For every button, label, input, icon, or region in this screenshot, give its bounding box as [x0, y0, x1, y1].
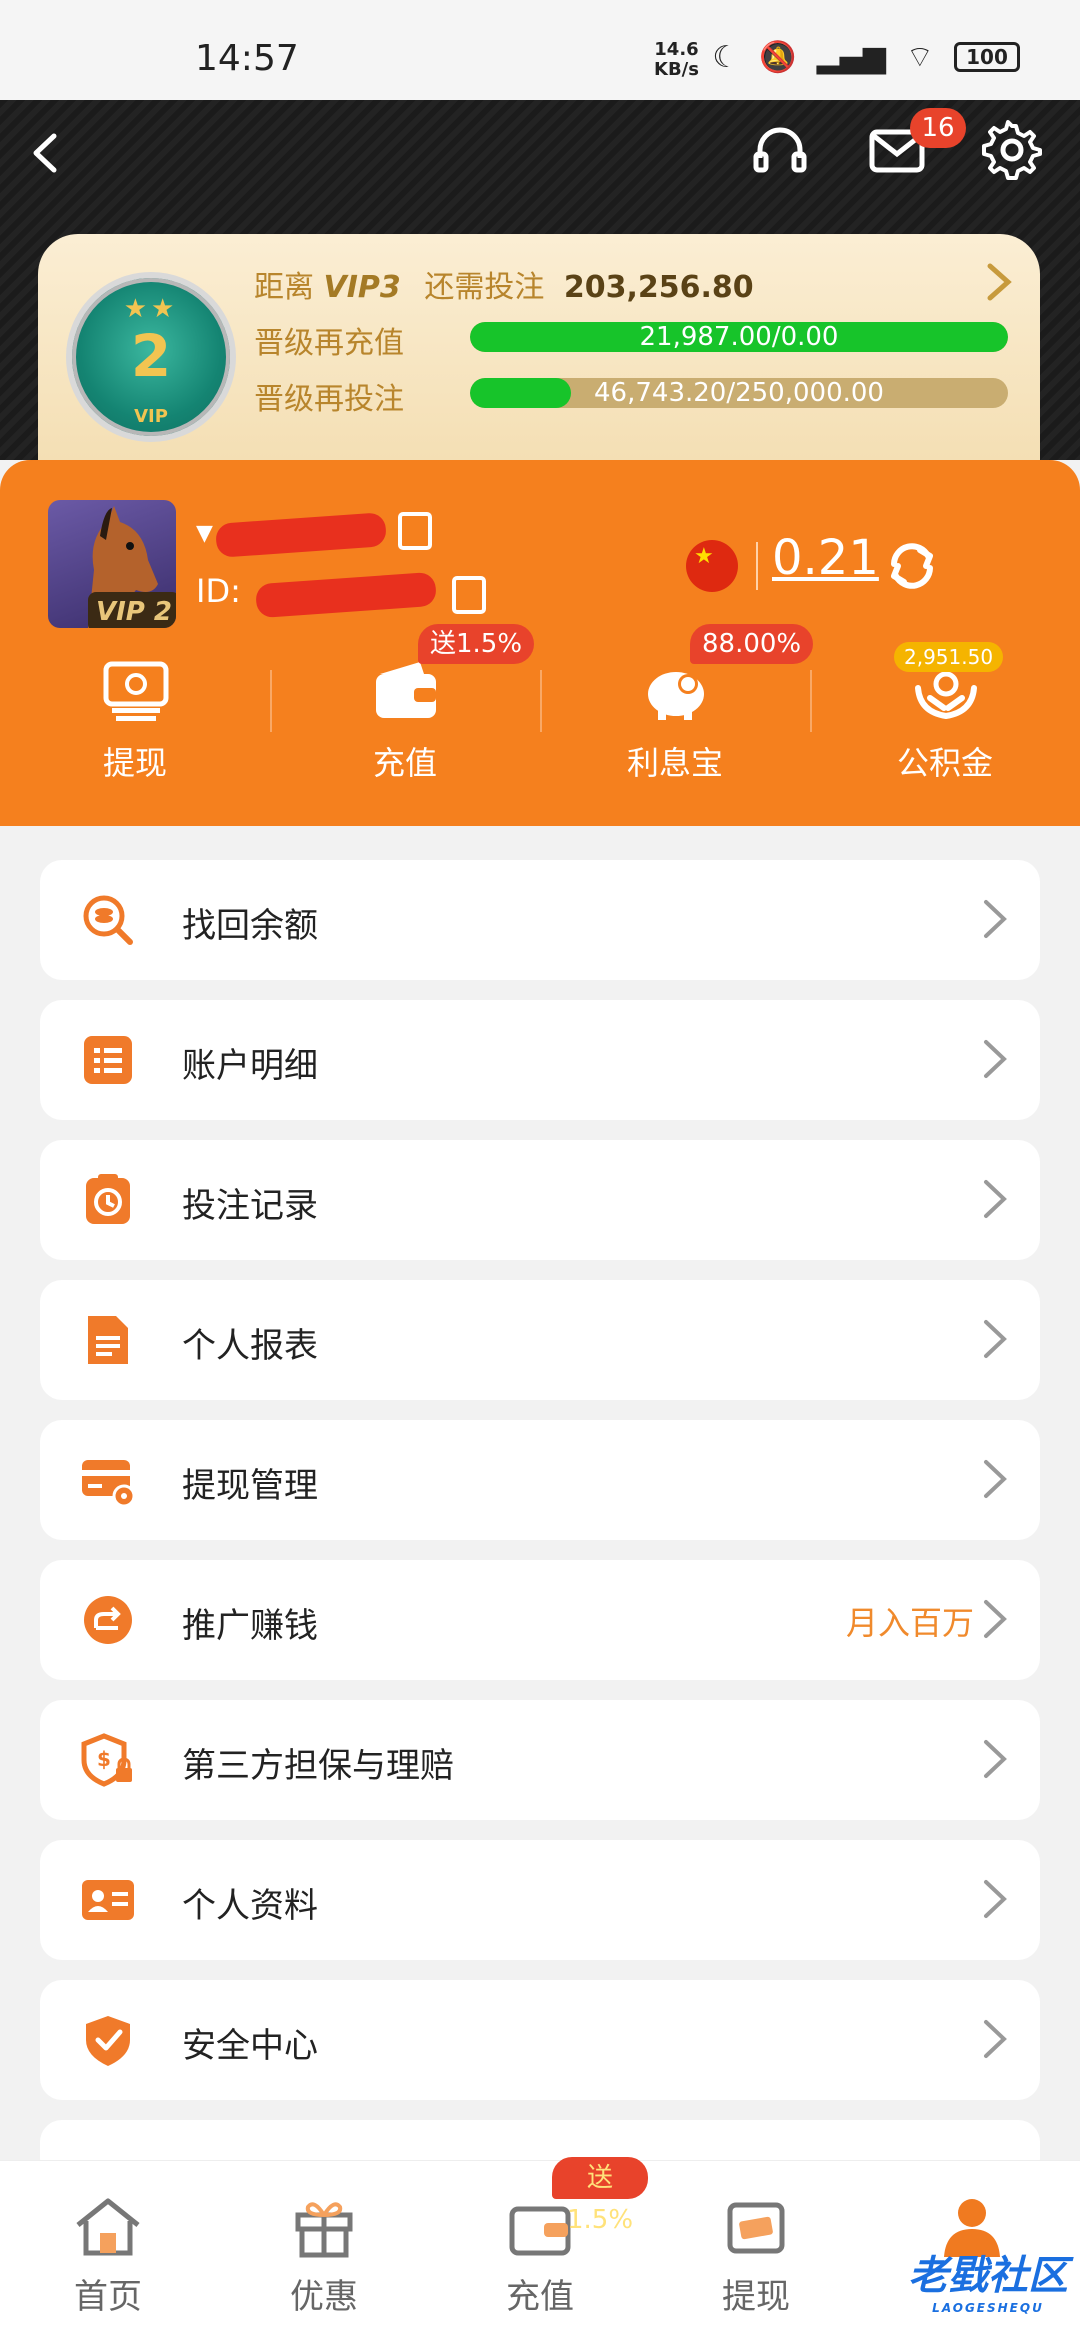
- shield-lock-icon: $: [81, 1733, 132, 1787]
- menu-bet-records[interactable]: 投注记录: [40, 1140, 1040, 1260]
- chevron-right-icon: [984, 1600, 1007, 1638]
- battery-icon: 100: [954, 42, 1020, 72]
- menu-withdraw-management[interactable]: 提现管理: [40, 1420, 1040, 1540]
- network-speed: 14.6 KB/s: [654, 39, 699, 80]
- quick-withdraw[interactable]: 提现: [0, 642, 270, 792]
- stars-icon: ★★: [123, 294, 179, 324]
- menu-third-party-guarantee[interactable]: $ 第三方担保与理赔: [40, 1700, 1040, 1820]
- quick-interest[interactable]: 利息宝: [540, 642, 810, 792]
- vip-medal: ★★ 2 VIP: [66, 272, 236, 442]
- nav-home[interactable]: 首页: [0, 2161, 216, 2340]
- quick-recharge[interactable]: 充值: [270, 642, 540, 792]
- chevron-right-icon: [984, 1040, 1007, 1078]
- copy-id-icon[interactable]: [452, 576, 486, 614]
- back-button[interactable]: [20, 128, 70, 178]
- recharge-bonus-badge: 送1.5%: [552, 2157, 648, 2235]
- user-id: ID:: [196, 572, 241, 610]
- gear-icon: [982, 120, 1042, 180]
- wallet-icon: [509, 2206, 571, 2256]
- recharge-progress-label: 晋级再充值: [254, 326, 404, 361]
- watermark-logo: 老戥社区 LAOGESHEQU: [908, 2253, 1068, 2315]
- status-icons: ☾ 🔕 ▂▄▆ ⌔ 100: [712, 38, 1020, 76]
- id-card-icon: [82, 1880, 134, 1920]
- clock-clipboard-icon: [86, 1174, 130, 1224]
- home-icon: [76, 2198, 140, 2256]
- avatar[interactable]: VIP 2: [48, 500, 176, 628]
- bottom-nav: 首页 优惠 充值 送1.5% 提现 我的 老戥社区 LAOGES: [0, 2157, 1080, 2340]
- chevron-right-icon: [984, 1460, 1007, 1498]
- bet-progress-bar: 46,743.20/250,000.00: [470, 378, 1008, 408]
- gift-icon: [295, 2202, 353, 2258]
- vip-target-line: 距离 VIP3 还需投注 203,256.80: [254, 270, 754, 305]
- refresh-icon: [891, 543, 933, 589]
- withdraw-icon: [727, 2202, 785, 2254]
- menu-account-details[interactable]: 账户明细: [40, 1000, 1040, 1120]
- balance-amount: 0.21: [772, 530, 879, 586]
- menu-personal-profile[interactable]: 个人资料: [40, 1840, 1040, 1960]
- coin-search-icon: [83, 895, 133, 945]
- provident-fund-badge: 2,951.50: [894, 642, 1004, 672]
- chevron-right-icon: [984, 900, 1007, 938]
- nav-promotions[interactable]: 优惠: [216, 2161, 432, 2340]
- header: 16 ★★ 2 VIP 距离 VIP3 还需投注 203,256.80 晋级再充…: [0, 100, 1080, 460]
- status-time: 14:57: [195, 38, 299, 79]
- mute-icon: 🔕: [759, 39, 797, 75]
- document-icon: [88, 1316, 128, 1364]
- refresh-balance-button[interactable]: [884, 538, 940, 607]
- bet-progress-label: 晋级再投注: [254, 382, 404, 417]
- chevron-right-icon: [984, 1320, 1007, 1358]
- china-flag-icon[interactable]: ★: [686, 540, 738, 592]
- menu-promotion-earn[interactable]: 推广赚钱 月入百万: [40, 1560, 1040, 1680]
- menu-security-center[interactable]: 安全中心: [40, 1980, 1040, 2100]
- headset-button[interactable]: [748, 118, 812, 182]
- share-icon: [84, 1596, 132, 1644]
- chevron-right-icon: [984, 1180, 1007, 1218]
- redacted-username: [215, 512, 387, 558]
- avatar-vip-badge: VIP 2: [88, 592, 176, 628]
- promotion-tagline: 月入百万: [845, 1604, 974, 1642]
- mail-count-badge: 16: [910, 108, 966, 148]
- divider: [756, 542, 758, 590]
- withdraw-cash-icon: [103, 661, 169, 721]
- signal-icon: ▂▄▆: [816, 39, 886, 75]
- menu-personal-report[interactable]: 个人报表: [40, 1280, 1040, 1400]
- copy-username-icon[interactable]: [398, 512, 432, 550]
- menu-recover-balance[interactable]: 找回余额: [40, 860, 1040, 980]
- list-icon: [84, 1036, 132, 1084]
- chevron-left-icon: [33, 133, 57, 173]
- interest-rate-badge: 88.00%: [690, 624, 814, 664]
- moon-icon: ☾: [712, 39, 740, 75]
- shield-check-icon: [86, 2016, 130, 2066]
- settings-button[interactable]: [980, 118, 1044, 182]
- headset-icon: [753, 127, 807, 173]
- recharge-progress-bar: 21,987.00/0.00: [470, 322, 1008, 352]
- wifi-icon: ⌔: [905, 40, 934, 75]
- profile-section: VIP 2 ▼ ID: ★ 0.21 提现 充值 送1.5% 利息宝 88.00…: [0, 460, 1080, 826]
- card-gear-icon: [82, 1460, 136, 1508]
- username: ▼: [196, 521, 213, 546]
- vip-progress-card[interactable]: ★★ 2 VIP 距离 VIP3 还需投注 203,256.80 晋级再充值 2…: [38, 234, 1040, 460]
- wallet-icon: [376, 662, 436, 718]
- nav-withdraw[interactable]: 提现: [648, 2161, 864, 2340]
- status-bar: 14:57 14.6 KB/s ☾ 🔕 ▂▄▆ ⌔ 100: [0, 0, 1080, 100]
- recharge-bonus-badge: 送1.5%: [418, 624, 535, 664]
- piggy-bank-icon: [648, 672, 704, 720]
- chevron-right-icon: [984, 260, 1014, 315]
- nav-recharge[interactable]: 充值 送1.5%: [432, 2157, 648, 2340]
- chevron-right-icon: [984, 2020, 1007, 2058]
- redacted-user-id: [255, 571, 437, 619]
- chevron-right-icon: [984, 1740, 1007, 1778]
- svg-text:$: $: [97, 1747, 111, 1771]
- chevron-right-icon: [984, 1880, 1007, 1918]
